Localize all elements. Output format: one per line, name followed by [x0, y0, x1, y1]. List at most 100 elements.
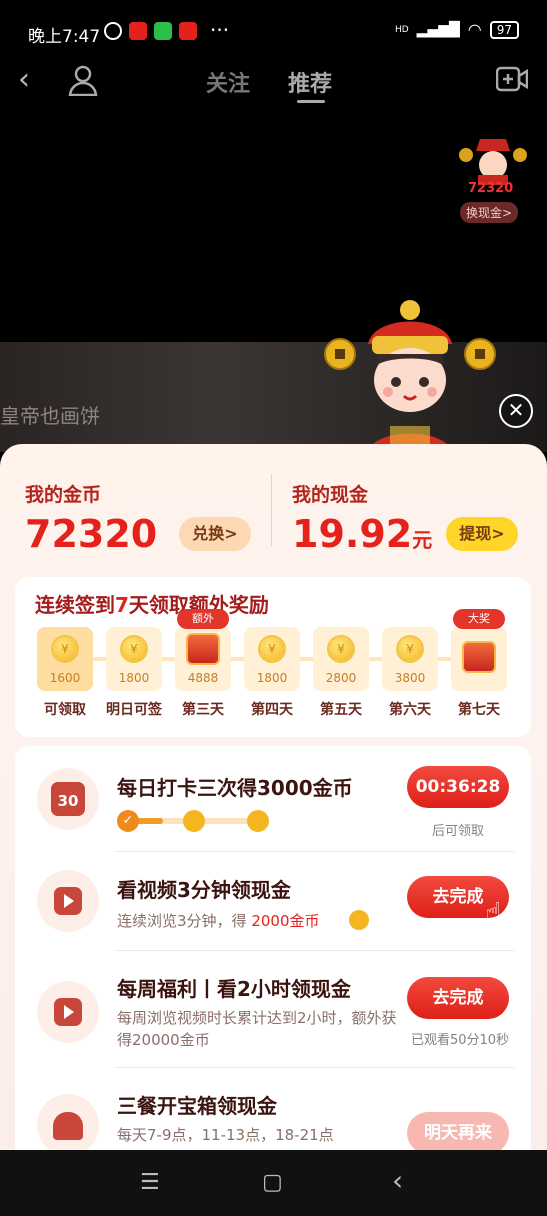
- check-icon: ✓: [117, 810, 139, 832]
- day-amount: 1600: [49, 671, 81, 685]
- play-icon-inner: [54, 998, 82, 1026]
- day-label: 第五天: [320, 702, 362, 718]
- calendar-icon: 30: [37, 768, 99, 830]
- signin-title-num: 7: [115, 593, 129, 617]
- day-label: 第七天: [458, 702, 500, 718]
- task-three-meals: 三餐开宝箱领现金 每天7-9点，11-13点，18-21点 明天再来: [15, 1068, 531, 1150]
- close-icon[interactable]: ✕: [499, 394, 533, 428]
- withdraw-button[interactable]: 提现>: [446, 517, 518, 551]
- task-reward: 2000金币: [251, 912, 320, 930]
- go-complete-button[interactable]: 去完成: [407, 977, 509, 1019]
- menu-icon[interactable]: ☰: [140, 1170, 160, 1195]
- task-desc: 连续浏览3分钟，得 2000金币: [117, 910, 320, 932]
- back-icon[interactable]: ‹: [18, 62, 30, 97]
- wechat-icon: [154, 22, 172, 40]
- top-nav: ‹ 关注 推荐: [0, 60, 547, 110]
- coin-icon: ¥: [120, 635, 148, 663]
- signin-day-3[interactable]: 4888: [175, 627, 231, 691]
- exchange-cash-button[interactable]: 换现金>: [460, 202, 519, 223]
- clock: 晚上7:47: [28, 27, 101, 47]
- mascot-god-of-wealth-icon: [324, 300, 496, 456]
- hand-pointer-icon: ☝: [485, 896, 503, 929]
- extra-tag: 额外: [177, 609, 229, 629]
- day-amount: 2800: [325, 671, 357, 685]
- cash-label: 我的现金: [292, 484, 369, 506]
- signin-day-2[interactable]: ¥1800: [106, 627, 162, 691]
- day-amount: 3800: [394, 671, 426, 685]
- signin-day-6[interactable]: ¥3800: [382, 627, 438, 691]
- signal-icon: ▂▄▆█: [416, 21, 460, 38]
- signin-day-4[interactable]: ¥1800: [244, 627, 300, 691]
- cash-amount: 19.92: [292, 512, 413, 556]
- task-title: 每日打卡三次得3000金币: [117, 776, 353, 800]
- status-right: HD ▂▄▆█ ◠ 97: [395, 20, 519, 39]
- signin-card: 连续签到7天领取额外奖励 ¥1600 ¥1800 4888 ¥1800 ¥280…: [15, 577, 531, 737]
- coin-icon: ¥: [51, 635, 79, 663]
- task-note: 后可领取: [431, 824, 484, 839]
- task-desc: 每天7-9点，11-13点，18-21点: [117, 1126, 334, 1144]
- signin-title: 连续签到7天领取额外奖励: [35, 589, 269, 618]
- play-icon-inner: [54, 887, 82, 915]
- task-watch-video: 看视频3分钟领现金 连续浏览3分钟，得 2000金币 去完成 ☝: [15, 852, 531, 950]
- grand-prize-tag: 大奖: [453, 609, 505, 629]
- signin-day-5[interactable]: ¥2800: [313, 627, 369, 691]
- come-back-tomorrow-button[interactable]: 明天再来: [407, 1112, 509, 1150]
- coin-icon: [247, 810, 269, 832]
- task-title: 每周福利丨看2小时领现金: [117, 977, 351, 1001]
- home-icon[interactable]: ▢: [262, 1170, 283, 1195]
- play-icon: [37, 870, 99, 932]
- coin-float-badge[interactable]: 72320 换现金>: [458, 135, 530, 227]
- task-list: 30 每日打卡三次得3000金币 ✓ 00:36:28 后可领取 看视频3分钟领…: [15, 746, 531, 1150]
- coins-label: 我的金币: [25, 484, 102, 506]
- coins-value: 72320: [25, 512, 158, 556]
- video-subtitle: 皇帝也画饼: [0, 404, 100, 428]
- day-amount: 1800: [256, 671, 288, 685]
- status-bar: 晚上7:47 ··· HD ▂▄▆█ ◠ 97: [0, 0, 547, 62]
- task-title: 看视频3分钟领现金: [117, 878, 291, 902]
- signin-day-1[interactable]: ¥1600: [37, 627, 93, 691]
- badge-coins: 72320: [468, 181, 514, 196]
- day-amount: 1800: [118, 671, 150, 685]
- video-add-icon[interactable]: [496, 66, 528, 92]
- mascot-small-icon: [459, 139, 527, 185]
- back-nav-icon[interactable]: ‹: [392, 1164, 403, 1197]
- system-nav-bar: ☰ ▢ ‹: [0, 1150, 547, 1216]
- coin-icon: ¥: [258, 635, 286, 663]
- app-notify-icon: [129, 22, 147, 40]
- tab-recommend[interactable]: 推荐: [288, 66, 332, 98]
- cash-unit: 元: [412, 528, 433, 552]
- day-label: 明日可签: [106, 702, 162, 718]
- coin-icon: ¥: [396, 635, 424, 663]
- day-label: 可领取: [44, 702, 86, 718]
- tab-follow[interactable]: 关注: [206, 66, 250, 98]
- signin-day-7[interactable]: [451, 627, 507, 691]
- coin-icon: ¥: [327, 635, 355, 663]
- more-dots: ···: [210, 18, 230, 42]
- exchange-button[interactable]: 兑换>: [179, 517, 251, 551]
- reward-panel: 我的金币 72320 兑换> 我的现金 19.92元 提现> 连续签到7天领取额…: [0, 444, 547, 1150]
- treasure-box-icon: [37, 1094, 99, 1150]
- battery-icon: 97: [489, 20, 519, 39]
- wifi-icon: ◠: [467, 20, 482, 39]
- treasure-chest-icon: [186, 633, 220, 665]
- coin-icon: [349, 910, 369, 930]
- day-label: 第三天: [182, 702, 224, 718]
- play-icon: [37, 981, 99, 1043]
- tab-indicator: [297, 100, 325, 103]
- task-daily-checkin: 30 每日打卡三次得3000金币 ✓ 00:36:28 后可领取: [15, 746, 531, 851]
- coin-icon: [183, 810, 205, 832]
- checkin-progress: ✓: [117, 810, 269, 832]
- screen: 晚上7:47 ··· HD ▂▄▆█ ◠ 97 ‹ 关注 推荐 72320 换现…: [0, 0, 547, 1216]
- wallet-divider: [271, 474, 272, 546]
- alarm-icon: [104, 22, 122, 40]
- day-amount: 4888: [187, 671, 219, 685]
- user-icon[interactable]: [68, 64, 98, 96]
- task-desc-text: 连续浏览3分钟，得: [117, 912, 252, 930]
- news-icon: [179, 22, 197, 40]
- countdown-button[interactable]: 00:36:28: [407, 766, 509, 808]
- signin-title-pre: 连续签到: [35, 593, 115, 617]
- task-weekly: 每周福利丨看2小时领现金 每周浏览视频时长累计达到2小时，额外获得20000金币…: [15, 951, 531, 1067]
- wallet-summary: 我的金币 72320 兑换> 我的现金 19.92元 提现>: [0, 444, 547, 569]
- hd-label: HD: [394, 24, 409, 35]
- treasure-chest-icon: [462, 641, 496, 673]
